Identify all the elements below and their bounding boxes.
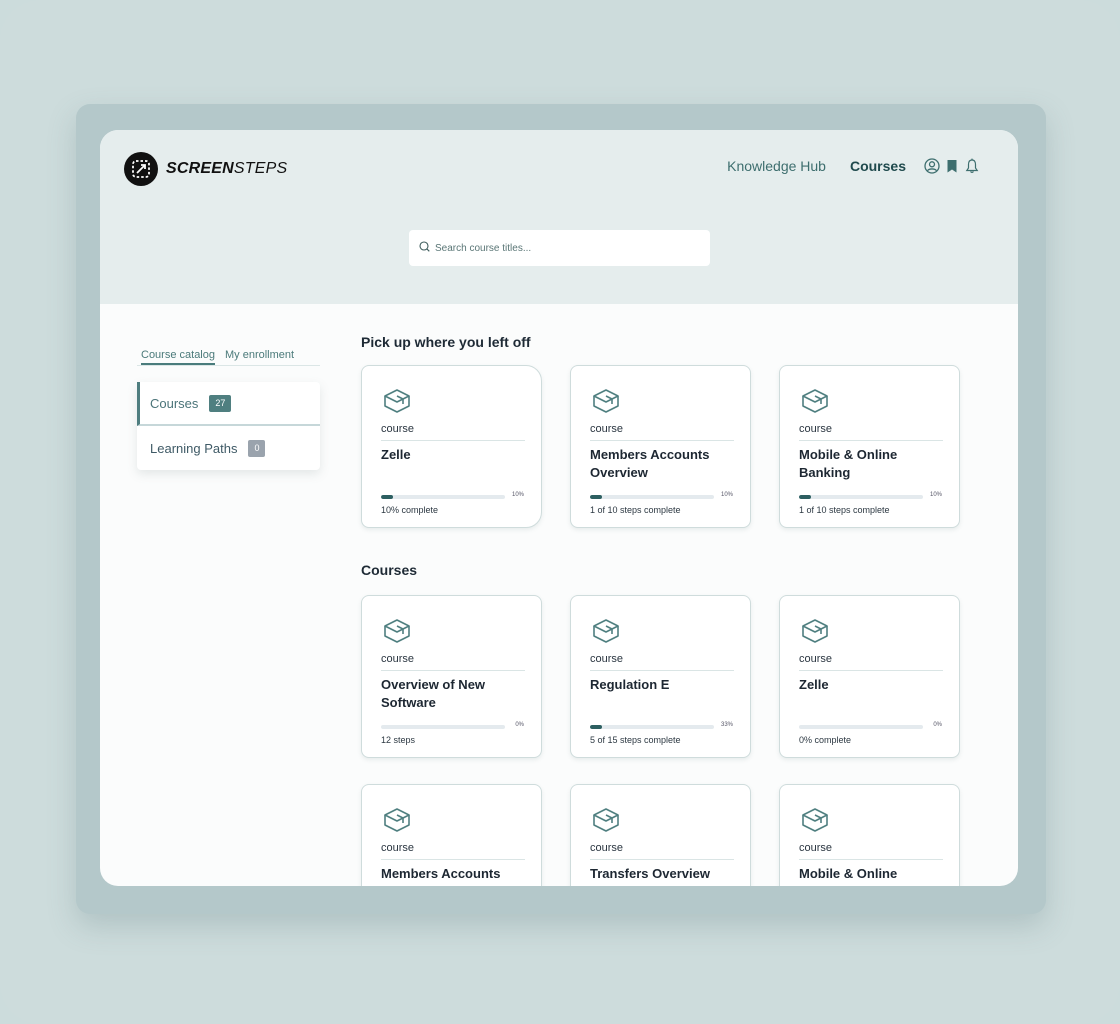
sidebar-item-label: Learning Paths <box>150 440 238 456</box>
progress-status: 10% complete <box>381 505 439 515</box>
section-title-courses: Courses <box>361 562 418 578</box>
card-title: Zelle <box>381 447 411 462</box>
user-circle-icon[interactable] <box>924 158 940 174</box>
graduation-cap-icon <box>381 617 413 645</box>
card-title: Regulation E <box>590 677 670 692</box>
sidebar-item-learning-paths[interactable]: Learning Paths 0 <box>137 426 320 470</box>
card-divider <box>381 670 525 671</box>
search-box[interactable] <box>409 230 710 266</box>
course-card[interactable]: course Mobile & Online <box>779 784 960 886</box>
graduation-cap-icon <box>799 617 831 645</box>
card-divider <box>590 670 734 671</box>
progress-fill <box>590 495 603 499</box>
sidebar-item-label: Courses <box>150 395 199 411</box>
header: SCREENSTEPS Knowledge Hub Courses <box>100 130 1018 304</box>
progress-bar <box>590 495 714 499</box>
graduation-cap-icon <box>799 387 831 415</box>
bookmark-icon[interactable] <box>944 158 960 174</box>
section-title-recent: Pick up where you left off <box>361 334 531 350</box>
card-divider <box>381 440 525 441</box>
card-divider <box>799 859 943 860</box>
progress-status: 1 of 10 steps complete <box>799 505 890 515</box>
card-title: Members Accounts <box>381 866 501 881</box>
search-icon <box>419 239 430 257</box>
card-title: Zelle <box>799 677 829 692</box>
progress-fill <box>381 495 394 499</box>
progress-fill <box>799 495 812 499</box>
card-title: Transfers Overview <box>590 866 710 881</box>
tab-course-catalog[interactable]: Course catalog <box>141 348 215 365</box>
course-card[interactable]: course Overview of New Software 0% 12 steps <box>361 595 542 758</box>
progress-percent: 10% <box>511 492 524 498</box>
graduation-cap-icon <box>590 617 622 645</box>
progress-status: 12 steps <box>381 735 416 745</box>
card-divider <box>799 440 943 441</box>
graduation-cap-icon <box>799 806 831 834</box>
top-nav: Knowledge Hub Courses <box>727 158 980 174</box>
course-card[interactable]: course Mobile & Online Banking 10% 1 of 10 … <box>779 365 960 528</box>
progress-percent: 0% <box>515 722 524 728</box>
progress-bar <box>799 495 923 499</box>
count-badge: 27 <box>209 394 232 412</box>
brand-name: SCREENSTEPS <box>166 160 288 177</box>
progress-fill <box>590 725 603 729</box>
card-type-label: course <box>381 842 415 854</box>
sidebar: Course catalog My enrollment Courses 27 … <box>137 348 320 470</box>
card-type-label: course <box>590 842 624 854</box>
app-window: SCREENSTEPS Knowledge Hub Courses Course… <box>100 130 1018 886</box>
card-type-label: course <box>381 653 415 665</box>
card-divider <box>799 670 943 671</box>
graduation-cap-icon <box>381 806 413 834</box>
progress-bar <box>381 495 505 499</box>
course-card[interactable]: course Transfers Overview <box>570 784 751 886</box>
card-type-label: course <box>590 423 624 435</box>
count-badge: 0 <box>248 439 266 457</box>
progress-percent: 10% <box>929 492 942 498</box>
course-card[interactable]: course Zelle 10% 10% complete <box>361 365 542 528</box>
sidebar-item-courses[interactable]: Courses 27 <box>137 382 320 426</box>
card-divider <box>590 859 734 860</box>
course-card[interactable]: course Regulation E 33% 5 of 15 steps compl… <box>570 595 751 758</box>
card-title: Mobile & Online <box>799 866 898 881</box>
logo-icon <box>124 152 158 186</box>
progress-status: 0% complete <box>799 735 852 745</box>
card-title: Overview of New Software <box>381 677 486 710</box>
progress-percent: 0% <box>933 722 942 728</box>
progress-percent: 10% <box>720 492 733 498</box>
nav-courses[interactable]: Courses <box>850 158 906 174</box>
progress-bar <box>381 725 505 729</box>
sidebar-panel: Courses 27 Learning Paths 0 <box>137 382 320 470</box>
progress-status: 1 of 10 steps complete <box>590 505 681 515</box>
progress-bar <box>590 725 714 729</box>
progress-bar <box>799 725 923 729</box>
nav-knowledge-hub[interactable]: Knowledge Hub <box>727 158 826 174</box>
card-type-label: course <box>799 842 833 854</box>
bell-icon[interactable] <box>964 158 980 174</box>
card-divider <box>590 440 734 441</box>
graduation-cap-icon <box>590 387 622 415</box>
card-type-label: course <box>381 423 415 435</box>
progress-percent: 33% <box>720 722 733 728</box>
graduation-cap-icon <box>590 806 622 834</box>
logo[interactable]: SCREENSTEPS <box>124 152 287 186</box>
card-title: Members Accounts Overview <box>590 447 710 480</box>
card-type-label: course <box>799 653 833 665</box>
graduation-cap-icon <box>381 387 413 415</box>
tab-my-enrollment[interactable]: My enrollment <box>225 348 294 365</box>
course-card[interactable]: course Members Accounts Overview 10% 1 of 1… <box>570 365 751 528</box>
search-input[interactable] <box>435 242 695 254</box>
card-title: Mobile & Online Banking <box>799 447 898 480</box>
catalog-tabs: Course catalog My enrollment <box>137 348 320 366</box>
course-card[interactable]: course Zelle 0% 0% complete <box>779 595 960 758</box>
card-divider <box>381 859 525 860</box>
course-card[interactable]: course Members Accounts <box>361 784 542 886</box>
card-type-label: course <box>590 653 624 665</box>
progress-status: 5 of 15 steps complete <box>590 735 681 745</box>
card-type-label: course <box>799 423 833 435</box>
